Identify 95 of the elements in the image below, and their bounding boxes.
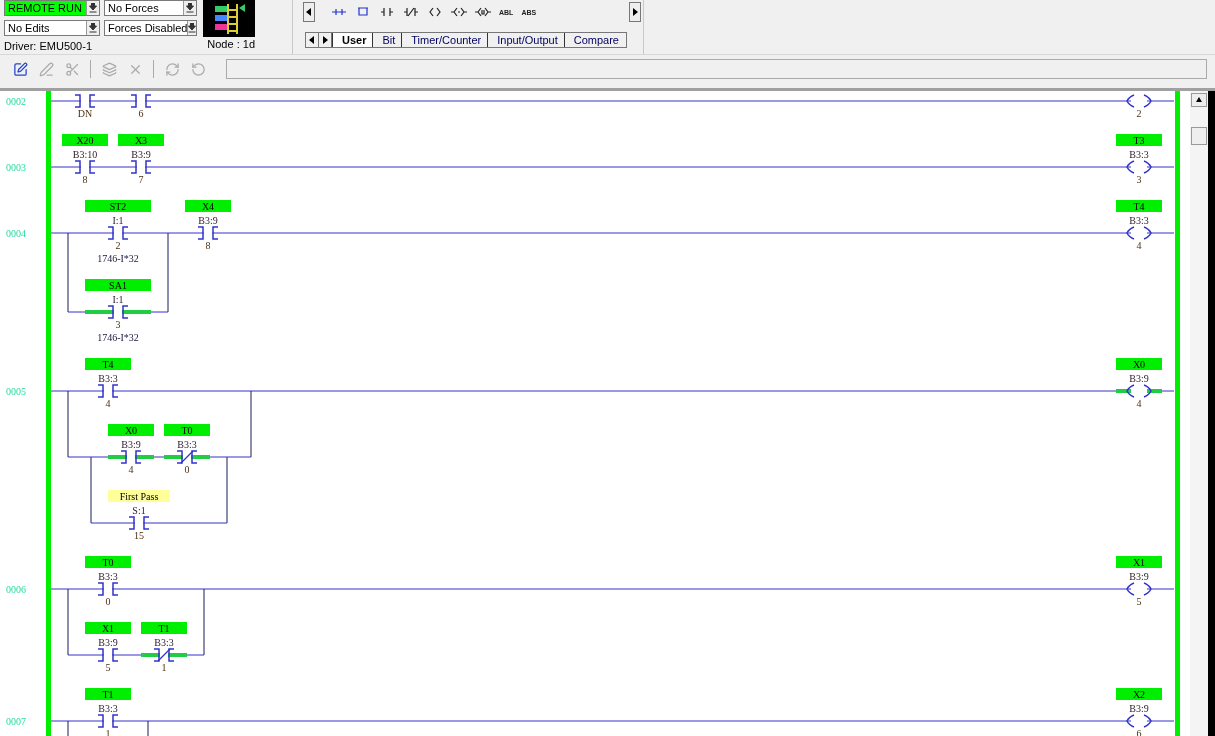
right-arrow-icon (632, 8, 638, 16)
ladder-logo-icon (203, 0, 255, 37)
bit-label: 4 (1136, 240, 1142, 251)
input-field[interactable] (226, 59, 1207, 79)
coil-icon[interactable] (427, 7, 443, 17)
contact-icon[interactable] (379, 7, 395, 17)
tag-label: X0 (108, 424, 154, 436)
down-arrow-icon (89, 3, 97, 13)
closed-contact-icon[interactable] (403, 7, 419, 17)
rung-number: 0005 (6, 386, 26, 397)
description-label: 1746-I*32 (97, 253, 139, 264)
rung-number: 0002 (6, 96, 26, 107)
address-label: B3:9 (98, 636, 118, 648)
bit-label: 6 (138, 108, 144, 119)
address-label: B3:10 (72, 148, 98, 160)
up-arrow-icon (1196, 96, 1202, 104)
address-label: B3:9 (121, 438, 141, 450)
palette-tab[interactable]: Timer/Counter (401, 33, 488, 47)
address-label: B3:9 (1129, 702, 1149, 714)
address-label: B3:3 (98, 570, 118, 582)
scroll-up-button[interactable] (1191, 93, 1207, 107)
bit-label: 7 (138, 174, 144, 185)
tag-label: T0 (164, 424, 210, 436)
rung-number: 0006 (6, 584, 26, 595)
bit-label: 2 (1136, 108, 1142, 119)
tag-label: T0 (85, 556, 131, 568)
down-arrow-icon (89, 23, 97, 33)
bit-label: 3 (1136, 174, 1142, 185)
down-arrow-icon (186, 3, 194, 13)
edits-dropdown[interactable]: No Edits (4, 20, 100, 36)
right-arrow-icon (322, 36, 328, 44)
bit-label: DN (77, 108, 93, 119)
rung-number: 0007 (6, 716, 26, 727)
tag-label: SA1 (85, 279, 151, 291)
address-label: B3:3 (154, 636, 174, 648)
tag-label: T1 (141, 622, 187, 634)
scroll-left-button[interactable] (303, 2, 315, 22)
address-label: B3:3 (1129, 214, 1149, 226)
tag-label: First Pass (108, 490, 170, 502)
left-arrow-icon (309, 36, 315, 44)
left-arrow-icon (306, 8, 312, 16)
bit-label: 4 (1136, 398, 1142, 409)
down-arrow-icon (188, 23, 197, 33)
scroll-right-button[interactable] (629, 2, 641, 22)
rung-number: 0004 (6, 228, 26, 239)
tag-label: X0 (1116, 358, 1162, 370)
bit-label: 0 (105, 596, 111, 607)
branch-icon[interactable] (331, 7, 347, 17)
tag-label: X4 (185, 200, 231, 212)
tag-label: T1 (85, 688, 131, 700)
forces-dropdown[interactable]: No Forces (104, 0, 197, 16)
bit-label: 5 (1136, 596, 1142, 607)
address-label: B3:3 (1129, 148, 1149, 160)
tab-left-button[interactable] (306, 33, 319, 47)
tag-label: ST2 (85, 200, 151, 212)
force-state-dropdown[interactable]: Forces Disabled (104, 20, 197, 36)
address-label: B3:3 (98, 372, 118, 384)
node-label: Node : 1d (207, 38, 255, 50)
bit-label: 0 (184, 464, 190, 475)
address-label: B3:9 (1129, 570, 1149, 582)
description-label: 1746-I*32 (97, 332, 139, 343)
scrollbar-thumb[interactable] (1191, 127, 1207, 145)
bit-label: 4 (105, 398, 111, 409)
address-label: I:1 (112, 293, 124, 305)
tag-label: T4 (1116, 200, 1162, 212)
tag-label: X2 (1116, 688, 1162, 700)
address-label: I:1 (112, 214, 124, 226)
bit-label: 8 (82, 174, 88, 185)
address-label: B3:9 (131, 148, 151, 160)
bit-label: 15 (134, 530, 144, 541)
rung-number: 0003 (6, 162, 26, 173)
bit-label: 1 (161, 662, 167, 673)
palette-tab[interactable]: Compare (563, 33, 625, 47)
tag-label: T4 (85, 358, 131, 370)
bit-label: 5 (105, 662, 111, 673)
tag-label: X3 (118, 134, 164, 146)
bit-label: 2 (115, 240, 121, 251)
tag-label: X20 (62, 134, 108, 146)
palette-tab[interactable]: Bit (372, 33, 402, 47)
driver-label: Driver: EMU500-1 (4, 40, 93, 52)
tag-label: X1 (85, 622, 131, 634)
bit-label: 4 (128, 464, 134, 475)
mode-dropdown[interactable]: REMOTE RUN (4, 0, 100, 16)
bit-label: 8 (205, 240, 211, 251)
rung-icon[interactable] (355, 7, 371, 17)
address-label: S:1 (132, 504, 146, 516)
palette-tab[interactable]: User (332, 33, 373, 47)
bit-label: 3 (115, 319, 121, 330)
palette-tab[interactable]: Input/Output (487, 33, 564, 47)
tag-label: X1 (1116, 556, 1162, 568)
address-label: B3:3 (177, 438, 197, 450)
address-label: B3:9 (198, 214, 218, 226)
tag-label: T3 (1116, 134, 1162, 146)
address-label: B3:3 (98, 702, 118, 714)
address-label: B3:9 (1129, 372, 1149, 384)
